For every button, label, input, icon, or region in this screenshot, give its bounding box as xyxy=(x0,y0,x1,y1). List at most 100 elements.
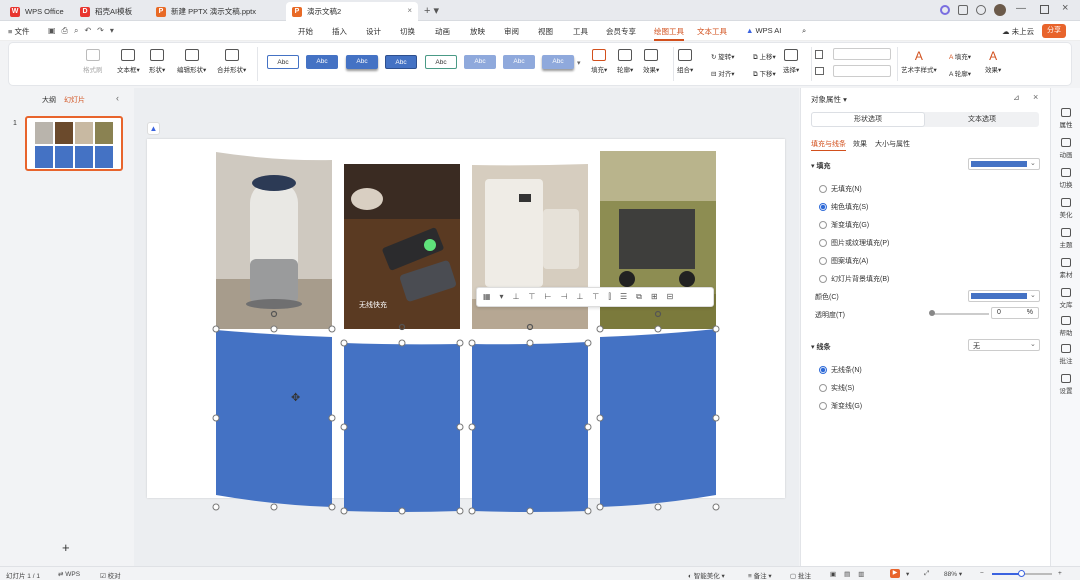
photo-humidifier[interactable] xyxy=(216,152,332,329)
sidebar-settings[interactable]: 设置 xyxy=(1051,374,1080,395)
blue-shape-2[interactable] xyxy=(344,343,460,512)
select-button[interactable]: 选择▾ xyxy=(783,49,799,74)
color-picker[interactable]: ⌄ xyxy=(968,290,1040,302)
menu-slideshow[interactable]: 放映 xyxy=(470,26,485,37)
chevron-down-icon[interactable]: ▾ xyxy=(577,59,581,67)
zoom-out-icon[interactable]: − xyxy=(980,570,984,577)
subtab-size[interactable]: 大小与属性 xyxy=(875,139,910,149)
file-menu[interactable]: ≡ 文件 xyxy=(8,26,29,37)
text-outline-button[interactable]: A 轮廓▾ xyxy=(949,68,971,78)
share-button[interactable]: 分享 xyxy=(1042,24,1066,38)
sidebar-help[interactable]: 帮助 xyxy=(1051,316,1080,337)
fill-button[interactable]: 填充▾ xyxy=(591,49,607,74)
pin-icon[interactable]: ⊿ xyxy=(1013,93,1020,102)
wps-status[interactable]: ⇄ WPS xyxy=(58,570,80,578)
smart-beautify-button[interactable]: ◐ 智能美化 ▾ xyxy=(688,570,725,580)
shape-style-tile[interactable]: Abc xyxy=(267,55,299,69)
fit-icon[interactable]: ⤢ xyxy=(924,570,929,578)
send-down-button[interactable]: ⧉ 下移▾ xyxy=(753,68,776,79)
tab-shape-options[interactable]: 形状选项 xyxy=(811,112,925,127)
tab-text-options[interactable]: 文本选项 xyxy=(925,112,1039,127)
menu-review[interactable]: 审阅 xyxy=(504,26,519,37)
blue-shape-3[interactable] xyxy=(472,342,588,512)
menu-tools[interactable]: 工具 xyxy=(573,26,588,37)
avatar[interactable] xyxy=(994,4,1006,16)
edit-shape-button[interactable]: 编辑形状▾ xyxy=(177,49,206,74)
menu-view[interactable]: 视图 xyxy=(538,26,553,37)
close-window-icon[interactable]: × xyxy=(1062,2,1068,14)
fill-option-none[interactable]: 无填充(N) xyxy=(819,184,862,194)
tab-slides[interactable]: 幻灯片 xyxy=(64,95,85,105)
text-fill-button[interactable]: A 填充▾ xyxy=(949,51,971,61)
line-option-solid[interactable]: 实线(S) xyxy=(819,383,854,393)
ai-assistant-icon[interactable] xyxy=(940,5,950,15)
menu-wps-ai[interactable]: ▲ WPS AI xyxy=(746,26,781,35)
menu-member[interactable]: 会员专享 xyxy=(606,26,636,37)
shape-style-tile[interactable]: Abc xyxy=(385,55,417,69)
new-tab-icon[interactable]: + ▾ xyxy=(424,4,439,17)
window-icon[interactable] xyxy=(958,5,968,15)
menu-insert[interactable]: 插入 xyxy=(332,26,347,37)
minimize-icon[interactable]: — xyxy=(1016,3,1026,14)
fill-option-picture[interactable]: 图片或纹理填充(P) xyxy=(819,238,889,248)
close-icon[interactable]: × xyxy=(407,6,412,15)
slide-thumbnail[interactable] xyxy=(25,116,123,171)
shape-style-tile[interactable]: Abc xyxy=(464,55,496,69)
rotate-button[interactable]: ↻ 旋转▾ xyxy=(711,51,735,61)
shape-style-tile[interactable]: Abc xyxy=(306,55,338,69)
play-options-icon[interactable]: ▾ xyxy=(906,570,909,578)
transparency-slider-thumb[interactable] xyxy=(929,310,935,316)
bring-up-button[interactable]: ⧉ 上移▾ xyxy=(753,51,776,62)
align-button[interactable]: ⊟ 对齐▾ xyxy=(711,68,735,78)
zoom-in-icon[interactable]: + xyxy=(1058,570,1062,577)
settings-icon[interactable] xyxy=(976,5,986,15)
sidebar-properties[interactable]: 属性 xyxy=(1051,108,1080,129)
fill-option-solid[interactable]: 纯色填充(S) xyxy=(819,202,868,212)
transparency-input[interactable]: 0 % xyxy=(991,307,1039,319)
notes-button[interactable]: ≡ 备注 ▾ xyxy=(748,570,772,580)
photo-wireless-charger[interactable]: 无线快充 xyxy=(344,164,460,329)
sidebar-transition[interactable]: 切换 xyxy=(1051,168,1080,189)
menu-animation[interactable]: 动画 xyxy=(435,26,450,37)
line-section-header[interactable]: ▾ 线条 xyxy=(811,342,830,352)
play-icon[interactable]: ▶ xyxy=(890,569,900,578)
tab-presentation2[interactable]: P 演示文稿2 × xyxy=(286,2,418,21)
outline-button[interactable]: 轮廓▾ xyxy=(617,49,633,74)
tab-outline[interactable]: 大纲 xyxy=(42,95,56,105)
floating-align-toolbar[interactable]: ▦▾⊥⊤⊢⊣⊥⊤⫿☰⧉⊞⊟ xyxy=(476,287,714,307)
format-painter-button[interactable]: 格式刷 xyxy=(83,49,103,74)
zoom-level[interactable]: 88% ▾ xyxy=(944,570,962,578)
menu-text-tools[interactable]: 文本工具 xyxy=(697,26,727,37)
blue-shape-4[interactable] xyxy=(600,329,716,507)
menu-home[interactable]: 开始 xyxy=(298,26,313,37)
collapse-panel-icon[interactable]: ‹ xyxy=(116,93,119,103)
close-icon[interactable]: × xyxy=(1033,92,1038,102)
maximize-icon[interactable] xyxy=(1040,5,1049,14)
tab-pptx-file[interactable]: P 新建 PPTX 演示文稿.pptx xyxy=(150,2,284,21)
fill-section-header[interactable]: ▾ 填充 xyxy=(811,161,830,171)
ai-float-icon[interactable]: ▲ xyxy=(147,122,160,135)
art-text-button[interactable]: A 艺术字样式▾ xyxy=(901,49,937,74)
text-effect-button[interactable]: A 效果▾ xyxy=(985,49,1001,74)
fill-option-background[interactable]: 幻灯片背景填充(B) xyxy=(819,274,889,284)
menu-design[interactable]: 设计 xyxy=(366,26,381,37)
search-icon[interactable]: ⌕ xyxy=(802,26,806,36)
cloud-button[interactable]: ☁ 未上云 xyxy=(1002,26,1034,37)
quick-access-icons[interactable]: ▣⎙⌕↶↷▾ xyxy=(48,26,120,36)
line-option-none[interactable]: 无线条(N) xyxy=(819,365,862,375)
shape-style-tile[interactable]: Abc xyxy=(346,55,378,69)
line-option-gradient[interactable]: 渐变线(G) xyxy=(819,401,862,411)
view-mode-icons[interactable]: ▣▤▥ xyxy=(830,570,872,578)
tab-wps-office[interactable]: W WPS Office xyxy=(4,2,72,21)
sidebar-comments[interactable]: 批注 xyxy=(1051,344,1080,365)
subtab-effect[interactable]: 效果 xyxy=(853,139,867,149)
subtab-fill-line[interactable]: 填充与线条 xyxy=(811,139,846,151)
group-button[interactable]: 组合▾ xyxy=(677,49,693,74)
shape-style-tile[interactable]: Abc xyxy=(542,55,574,69)
width-input[interactable] xyxy=(833,65,891,77)
merge-shape-button[interactable]: 合并形状▾ xyxy=(217,49,246,74)
fill-option-pattern[interactable]: 图案填充(A) xyxy=(819,256,868,266)
sidebar-beautify[interactable]: 美化 xyxy=(1051,198,1080,219)
sidebar-material[interactable]: 素材 xyxy=(1051,258,1080,279)
add-slide-button[interactable]: + xyxy=(62,540,70,555)
